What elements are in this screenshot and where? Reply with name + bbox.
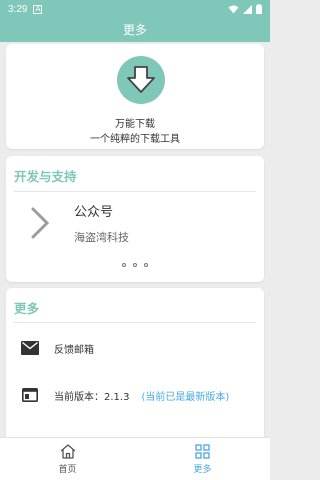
mail-icon	[20, 338, 40, 358]
account-name: 海盗湾科技	[74, 231, 129, 244]
bottom-tab-bar: 首页 更多	[0, 437, 270, 480]
version-status: (当前已是最新版本)	[141, 391, 230, 403]
home-icon	[60, 443, 75, 459]
page-title: 更多	[122, 23, 147, 37]
wifi-icon	[228, 5, 239, 13]
download-icon	[117, 56, 165, 104]
feedback-email-label: 反馈邮箱	[54, 344, 94, 356]
dev-support-card: 开发与支持 公众号 海盗湾科技	[6, 156, 264, 282]
notification-a-icon: A	[33, 4, 43, 14]
tab-home[interactable]: 首页	[0, 438, 135, 480]
app-description: 一个纯粹的下载工具	[90, 134, 180, 145]
status-time: 3:29	[8, 3, 28, 15]
divider	[14, 322, 256, 323]
tab-more-label: 更多	[193, 464, 212, 475]
battery-icon	[256, 4, 262, 14]
tab-more[interactable]: 更多	[135, 438, 270, 480]
divider	[14, 191, 256, 192]
version-label: 当前版本：2.1.3	[54, 391, 130, 403]
chevron-right-icon[interactable]	[30, 206, 50, 240]
status-bar: 3:29 A	[0, 0, 270, 18]
grid-icon	[195, 443, 210, 459]
pager-dot	[144, 263, 148, 267]
pager-dot	[122, 263, 126, 267]
app-info-card: 万能下载 一个纯粹的下载工具	[6, 44, 264, 149]
version-icon	[20, 385, 40, 405]
app-name: 万能下载	[115, 119, 155, 130]
app-bar: 更多	[0, 18, 270, 42]
tab-home-label: 首页	[58, 464, 77, 475]
page-indicator	[6, 263, 264, 267]
more-card: 更多 反馈邮箱 当前版本：2.1.3 (当前已是最新版本)	[6, 288, 264, 438]
version-row[interactable]: 当前版本：2.1.3 (当前已是最新版本)	[6, 385, 264, 405]
section-title-more: 更多	[14, 301, 40, 316]
account-type: 公众号	[74, 205, 114, 220]
section-title-dev: 开发与支持	[14, 169, 77, 184]
signal-icon	[243, 4, 252, 14]
status-icons	[228, 4, 262, 14]
feedback-email-row[interactable]: 反馈邮箱	[6, 338, 264, 358]
pager-dot	[133, 263, 137, 267]
